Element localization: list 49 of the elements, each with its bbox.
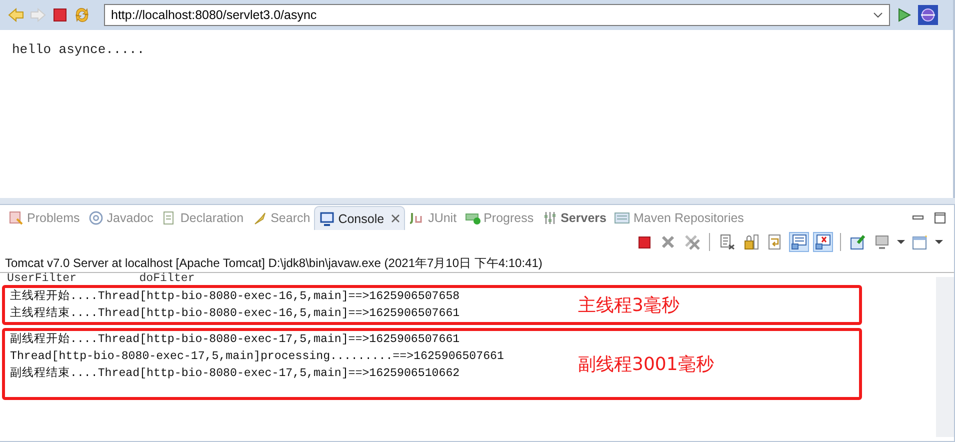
ring-icon (88, 210, 104, 226)
sliders-icon (542, 210, 558, 226)
new-window-icon (912, 234, 928, 250)
console-line: 副线程结束....Thread[http-bio-8080-exec-17,5,main]==>1625906510662 (9, 366, 461, 382)
view-tab[interactable]: Problems (4, 206, 84, 230)
maximize-icon[interactable] (934, 212, 946, 224)
x-icon (660, 234, 676, 250)
console-line: UserFilter doFilter (6, 273, 196, 285)
annotation-note: 主线程3毫秒 (578, 294, 680, 317)
refresh-icon[interactable] (74, 7, 90, 23)
console-line: 主线程开始....Thread[http-bio-8080-exec-16,5,main]==>1625906507658 (9, 288, 461, 305)
console-monitor-button[interactable] (789, 232, 809, 252)
view-tab[interactable]: Servers (538, 206, 610, 230)
console-line: 副线程开始....Thread[http-bio-8080-exec-17,5,main]==>1625906507661 (9, 332, 461, 348)
console-line: 主线程结束....Thread[http-bio-8080-exec-16,5,main]==>1625906507661 (9, 305, 461, 322)
dropdown-caret-icon (873, 12, 883, 18)
console-monitor-icon (791, 234, 807, 250)
view-tab[interactable]: Javadoc (84, 206, 158, 230)
view-tab[interactable]: Declaration (157, 206, 248, 230)
annotation-note: 副线程3001毫秒 (578, 353, 714, 376)
warning-list-icon (8, 210, 24, 226)
clear-document-icon (719, 234, 735, 250)
stacked-list-icon (614, 210, 630, 226)
wrap-document-icon (767, 234, 783, 250)
double-x-icon (684, 234, 700, 250)
padlock-icon (743, 234, 759, 250)
view-tab[interactable]: JUnit (405, 206, 461, 230)
view-tab[interactable]: Maven Repositories (610, 206, 748, 230)
view-tab[interactable]: Progress (460, 206, 538, 230)
url-field[interactable]: http://localhost:8080/servlet3.0/async (104, 4, 890, 26)
page-text: hello asynce..... (12, 42, 146, 57)
error-monitor-button[interactable] (813, 232, 833, 252)
view-tab[interactable]: Search (248, 206, 314, 230)
error-monitor-icon (815, 234, 831, 250)
pin-icon (850, 234, 866, 250)
close-icon[interactable] (391, 214, 400, 223)
pin-button[interactable] (848, 232, 868, 252)
globe-icon[interactable] (918, 5, 938, 25)
go-arrow-icon[interactable] (896, 7, 912, 23)
view-tab[interactable]: Console (314, 206, 406, 230)
monitor-icon (319, 210, 336, 226)
console-line: Thread[http-bio-8080-exec-17,5,main]processing.........==>1625906507661 (9, 349, 505, 365)
scrollbar[interactable] (936, 277, 954, 437)
double-x-button[interactable] (682, 232, 702, 252)
stop-icon[interactable] (52, 7, 68, 23)
console-title: Tomcat v7.0 Server at localhost [Apache Tomcat] D:\jdk8\bin\javaw.exe (2021年7月10日 下午4:10:41) (0, 254, 954, 273)
flashlight-icon (252, 210, 268, 226)
monitor-icon (874, 234, 890, 250)
stop-icon (636, 234, 652, 250)
